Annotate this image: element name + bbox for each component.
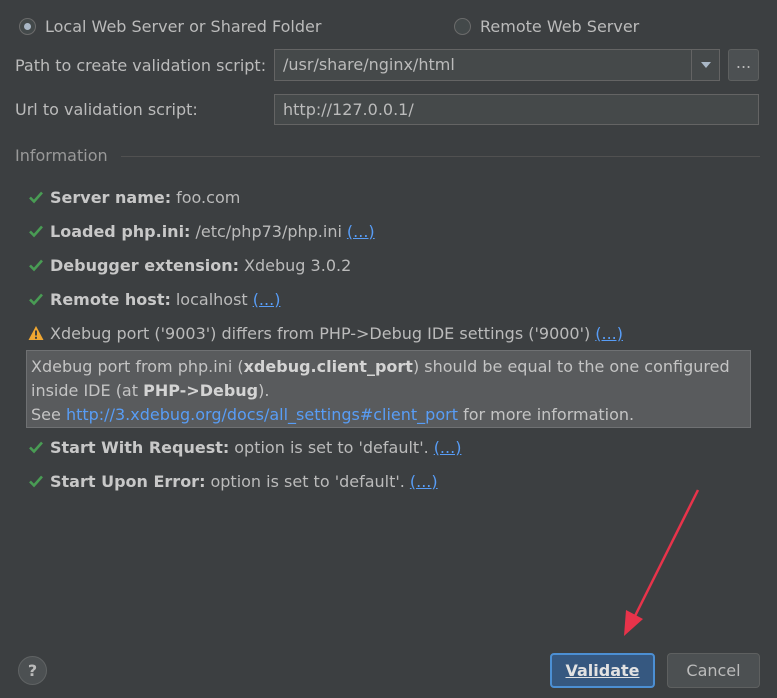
info-item-label: Start Upon Error: bbox=[50, 471, 206, 491]
cancel-button[interactable]: Cancel bbox=[667, 653, 760, 688]
local-server-radio-button[interactable] bbox=[19, 17, 36, 35]
warning-text: Xdebug port ('9003') differs from PHP->D… bbox=[50, 323, 591, 343]
info-item-label: Loaded php.ini: bbox=[50, 221, 191, 241]
checkmark-icon bbox=[29, 293, 43, 306]
info-item-more-link[interactable]: (...) bbox=[410, 472, 438, 491]
checkmark-icon bbox=[29, 441, 43, 454]
info-item-value: /etc/php73/php.ini bbox=[195, 221, 342, 241]
information-title: Information bbox=[15, 146, 108, 165]
chevron-down-icon bbox=[700, 62, 711, 68]
path-field-label: Path to create validation script: bbox=[15, 56, 267, 75]
warning-detail-docs-link[interactable]: http://3.xdebug.org/docs/all_settings#cl… bbox=[66, 405, 458, 424]
warning-detail-see: See bbox=[31, 405, 61, 424]
information-separator bbox=[121, 156, 760, 157]
warning-detail-suffix: for more information. bbox=[463, 405, 635, 424]
warning-detail-text-3: ). bbox=[258, 381, 270, 400]
path-combobox[interactable]: /usr/share/nginx/html bbox=[274, 49, 720, 81]
url-field-label: Url to validation script: bbox=[15, 100, 198, 119]
info-item-label: Server name: bbox=[50, 187, 172, 207]
path-combobox-value[interactable]: /usr/share/nginx/html bbox=[275, 50, 691, 80]
checkmark-icon bbox=[29, 475, 43, 488]
info-item-debugger-extension: Debugger extension: Xdebug 3.0.2 bbox=[28, 254, 351, 276]
info-item-label: Debugger extension: bbox=[50, 255, 240, 275]
info-item-more-link[interactable]: (...) bbox=[347, 222, 375, 241]
info-item-more-link[interactable]: (...) bbox=[253, 290, 281, 309]
checkmark-icon bbox=[29, 259, 43, 272]
info-item-loaded-php-ini: Loaded php.ini: /etc/php73/php.ini (...) bbox=[28, 220, 375, 242]
warning-detail-ide-path: PHP->Debug bbox=[143, 381, 259, 400]
checkmark-icon bbox=[29, 191, 43, 204]
local-server-radio[interactable]: Local Web Server or Shared Folder bbox=[19, 14, 321, 38]
browse-button[interactable]: ... bbox=[728, 49, 759, 81]
path-combobox-dropdown[interactable] bbox=[691, 50, 719, 80]
info-item-value: option is set to 'default'. bbox=[210, 471, 405, 491]
warning-icon bbox=[28, 326, 44, 340]
help-button[interactable]: ? bbox=[18, 656, 47, 685]
warning-detail-box: Xdebug port from php.ini (xdebug.client_… bbox=[26, 350, 751, 428]
info-item-label: Start With Request: bbox=[50, 437, 230, 457]
url-input[interactable]: http://127.0.0.1/ bbox=[274, 94, 759, 125]
remote-server-radio[interactable]: Remote Web Server bbox=[454, 14, 639, 38]
info-item-more-link[interactable]: (...) bbox=[434, 438, 462, 457]
warning-more-link[interactable]: (...) bbox=[595, 324, 623, 343]
info-item-xdebug-port-warning: Xdebug port ('9003') differs from PHP->D… bbox=[28, 322, 623, 344]
info-item-remote-host: Remote host: localhost (...) bbox=[28, 288, 280, 310]
info-item-value: Xdebug 3.0.2 bbox=[244, 255, 352, 275]
remote-server-radio-button[interactable] bbox=[454, 17, 471, 35]
warning-detail-text-1: Xdebug port from php.ini ( bbox=[31, 357, 244, 376]
local-server-radio-label: Local Web Server or Shared Folder bbox=[45, 16, 322, 36]
cancel-button-label: Cancel bbox=[686, 661, 741, 680]
validate-button-label: Validate bbox=[565, 661, 640, 680]
info-item-start-with-request: Start With Request: option is set to 'de… bbox=[28, 436, 461, 458]
info-item-value: option is set to 'default'. bbox=[234, 437, 429, 457]
checkmark-icon bbox=[29, 225, 43, 238]
validate-button[interactable]: Validate bbox=[550, 653, 655, 688]
remote-server-radio-label: Remote Web Server bbox=[480, 16, 640, 36]
info-item-value: foo.com bbox=[176, 187, 241, 207]
info-item-start-upon-error: Start Upon Error: option is set to 'defa… bbox=[28, 470, 438, 492]
info-item-label: Remote host: bbox=[50, 289, 171, 309]
info-item-value: localhost bbox=[175, 289, 248, 309]
warning-detail-setting: xdebug.client_port bbox=[243, 357, 413, 376]
info-item-server-name: Server name: foo.com bbox=[28, 186, 240, 208]
